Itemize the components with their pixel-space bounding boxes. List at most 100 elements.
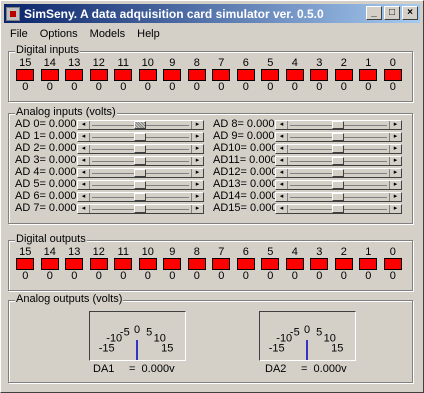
slider-right-arrow-icon[interactable]: ▸ (389, 120, 401, 129)
analog-input-slider[interactable]: ◂ ▸ (77, 119, 204, 130)
slider-left-arrow-icon[interactable]: ◂ (78, 156, 90, 165)
slider-left-arrow-icon[interactable]: ◂ (78, 132, 90, 141)
digital-input-led[interactable] (40, 69, 59, 81)
analog-input-slider[interactable]: ◂ ▸ (77, 155, 204, 166)
slider-left-arrow-icon[interactable]: ◂ (78, 204, 90, 213)
close-button[interactable]: × (402, 6, 418, 20)
digital-input-bit-3: 30 (307, 57, 332, 93)
slider-thumb[interactable] (332, 180, 344, 189)
analog-input-slider[interactable]: ◂ ▸ (275, 143, 402, 154)
slider-left-arrow-icon[interactable]: ◂ (78, 168, 90, 177)
slider-left-arrow-icon[interactable]: ◂ (276, 132, 288, 141)
analog-input-slider[interactable]: ◂ ▸ (77, 167, 204, 178)
meter-scale-label: 15 (331, 343, 343, 355)
slider-right-arrow-icon[interactable]: ▸ (389, 180, 401, 189)
slider-right-arrow-icon[interactable]: ▸ (389, 168, 401, 177)
slider-thumb[interactable] (332, 168, 344, 177)
menu-options[interactable]: Options (34, 28, 84, 40)
digital-input-led[interactable] (163, 69, 182, 81)
analog-inputs-title: Analog inputs (volts) (15, 106, 117, 118)
analog-input-slider[interactable]: ◂ ▸ (77, 179, 204, 190)
slider-left-arrow-icon[interactable]: ◂ (276, 120, 288, 129)
slider-right-arrow-icon[interactable]: ▸ (191, 120, 203, 129)
slider-thumb[interactable] (332, 144, 344, 153)
digital-input-led[interactable] (138, 69, 157, 81)
menu-help[interactable]: Help (131, 28, 166, 40)
slider-thumb[interactable] (134, 192, 146, 201)
analog-input-slider[interactable]: ◂ ▸ (275, 191, 402, 202)
slider-right-arrow-icon[interactable]: ▸ (191, 192, 203, 201)
slider-right-arrow-icon[interactable]: ▸ (191, 204, 203, 213)
digital-input-led[interactable] (114, 69, 133, 81)
slider-thumb[interactable] (134, 168, 146, 177)
slider-right-arrow-icon[interactable]: ▸ (191, 168, 203, 177)
analog-input-slider[interactable]: ◂ ▸ (77, 143, 204, 154)
slider-right-arrow-icon[interactable]: ▸ (389, 156, 401, 165)
slider-left-arrow-icon[interactable]: ◂ (78, 180, 90, 189)
analog-input-slider[interactable]: ◂ ▸ (275, 179, 402, 190)
digital-input-bit-label: 8 (193, 57, 200, 69)
digital-output-led (16, 258, 35, 270)
digital-input-led[interactable] (236, 69, 255, 81)
slider-thumb[interactable] (134, 156, 146, 165)
menu-models[interactable]: Models (84, 28, 131, 40)
digital-input-bit-8: 80 (185, 57, 210, 93)
analog-input-row: AD 7= 0.000 ◂ ▸ (15, 203, 204, 214)
digital-input-led[interactable] (285, 69, 304, 81)
digital-input-led[interactable] (359, 69, 378, 81)
slider-right-arrow-icon[interactable]: ▸ (389, 144, 401, 153)
digital-input-led[interactable] (261, 69, 280, 81)
digital-input-led[interactable] (16, 69, 35, 81)
slider-thumb[interactable] (332, 120, 344, 129)
slider-right-arrow-icon[interactable]: ▸ (191, 144, 203, 153)
analog-input-label: AD 5= 0.000 (15, 178, 77, 190)
slider-left-arrow-icon[interactable]: ◂ (276, 180, 288, 189)
analog-input-slider[interactable]: ◂ ▸ (275, 131, 402, 142)
analog-input-label: AD14= 0.000 (213, 190, 278, 202)
slider-left-arrow-icon[interactable]: ◂ (276, 168, 288, 177)
slider-right-arrow-icon[interactable]: ▸ (389, 132, 401, 141)
digital-input-led[interactable] (212, 69, 231, 81)
slider-thumb[interactable] (332, 204, 344, 213)
slider-thumb[interactable] (134, 120, 146, 129)
slider-thumb[interactable] (332, 192, 344, 201)
slider-left-arrow-icon[interactable]: ◂ (276, 192, 288, 201)
slider-thumb[interactable] (332, 156, 344, 165)
analog-input-slider[interactable]: ◂ ▸ (77, 203, 204, 214)
digital-input-led[interactable] (383, 69, 402, 81)
slider-right-arrow-icon[interactable]: ▸ (389, 192, 401, 201)
digital-output-bit-label: 14 (43, 246, 56, 258)
digital-input-bit-4: 40 (283, 57, 308, 93)
analog-input-slider[interactable]: ◂ ▸ (275, 155, 402, 166)
slider-right-arrow-icon[interactable]: ▸ (191, 132, 203, 141)
slider-left-arrow-icon[interactable]: ◂ (78, 120, 90, 129)
analog-input-slider[interactable]: ◂ ▸ (77, 191, 204, 202)
slider-left-arrow-icon[interactable]: ◂ (276, 204, 288, 213)
digital-input-led[interactable] (334, 69, 353, 81)
slider-thumb[interactable] (332, 132, 344, 141)
slider-right-arrow-icon[interactable]: ▸ (191, 156, 203, 165)
slider-thumb[interactable] (134, 204, 146, 213)
slider-thumb[interactable] (134, 144, 146, 153)
slider-left-arrow-icon[interactable]: ◂ (78, 144, 90, 153)
slider-right-arrow-icon[interactable]: ▸ (389, 204, 401, 213)
slider-left-arrow-icon[interactable]: ◂ (276, 144, 288, 153)
digital-input-led[interactable] (65, 69, 84, 81)
slider-left-arrow-icon[interactable]: ◂ (78, 192, 90, 201)
analog-input-slider[interactable]: ◂ ▸ (275, 119, 402, 130)
maximize-button[interactable]: □ (384, 6, 400, 20)
analog-input-slider[interactable]: ◂ ▸ (275, 167, 402, 178)
slider-thumb[interactable] (134, 180, 146, 189)
da1-meter: -15 -10 -5 0 5 10 15 (89, 311, 186, 361)
slider-left-arrow-icon[interactable]: ◂ (276, 156, 288, 165)
digital-input-led[interactable] (89, 69, 108, 81)
app-icon[interactable] (6, 6, 20, 21)
digital-input-led[interactable] (310, 69, 329, 81)
analog-input-slider[interactable]: ◂ ▸ (275, 203, 402, 214)
digital-input-led[interactable] (187, 69, 206, 81)
analog-input-slider[interactable]: ◂ ▸ (77, 131, 204, 142)
menu-file[interactable]: File (4, 28, 34, 40)
slider-thumb[interactable] (134, 132, 146, 141)
slider-right-arrow-icon[interactable]: ▸ (191, 180, 203, 189)
minimize-button[interactable]: _ (366, 6, 382, 20)
